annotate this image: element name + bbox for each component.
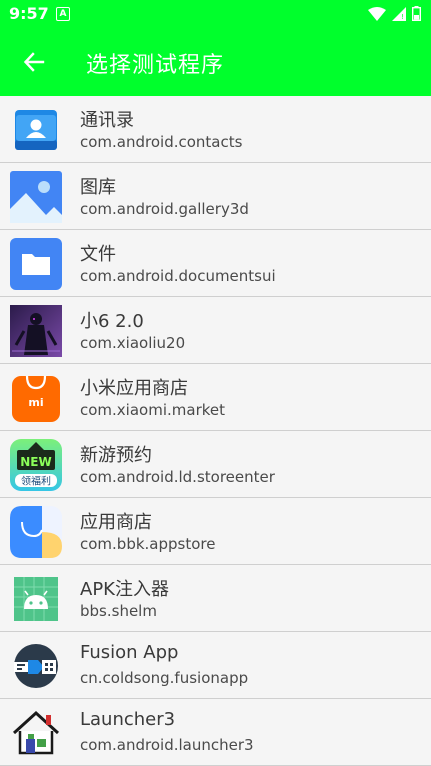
list-item[interactable]: APK注入器 bbs.shelm — [0, 565, 431, 632]
list-item[interactable]: 应用商店 com.bbk.appstore — [0, 498, 431, 565]
app-list: 通讯录 com.android.contacts 图库 com.android.… — [0, 96, 431, 766]
status-bar: 9:57 A ! — [0, 0, 431, 28]
apk-injector-icon — [10, 573, 62, 625]
xiaomi-market-icon: mi — [10, 372, 62, 424]
status-time: 9:57 — [9, 4, 49, 23]
svg-text:!: ! — [401, 13, 404, 21]
list-item[interactable]: 图库 com.android.gallery3d — [0, 163, 431, 230]
app-name: Fusion App — [80, 642, 179, 663]
list-item[interactable]: NEW 领福利 新游预约 com.android.ld.storeenter — [0, 431, 431, 498]
xiaoliu-icon — [10, 305, 62, 357]
app-name: 小米应用商店 — [80, 378, 188, 399]
signal-icon: ! — [392, 6, 406, 21]
app-bar: 选择测试程序 — [0, 28, 431, 96]
app-package: com.android.contacts — [80, 133, 243, 151]
arrow-left-icon — [23, 52, 45, 72]
new-badge-text: NEW — [20, 455, 51, 469]
list-item[interactable]: mi 小米应用商店 com.xiaomi.market — [0, 364, 431, 431]
app-package: com.xiaoliu20 — [80, 334, 186, 352]
welfare-badge-text: 领福利 — [21, 475, 51, 488]
list-item[interactable]: 通讯录 com.android.contacts — [0, 96, 431, 163]
launcher-icon — [10, 707, 62, 759]
appstore-icon — [10, 506, 62, 558]
app-name: 新游预约 — [80, 445, 152, 466]
app-package: cn.coldsong.fusionapp — [80, 669, 249, 687]
list-item[interactable]: Launcher3 com.android.launcher3 — [0, 699, 431, 766]
new-game-icon: NEW 领福利 — [10, 439, 62, 491]
app-name: 通讯录 — [80, 110, 134, 131]
battery-icon — [412, 6, 421, 21]
gallery-icon — [10, 171, 62, 223]
app-name: 图库 — [80, 177, 116, 198]
app-package: com.android.documentsui — [80, 267, 276, 285]
wifi-icon — [368, 6, 386, 21]
svg-text:mi: mi — [28, 396, 43, 409]
fusion-app-icon — [10, 640, 62, 692]
app-name: 文件 — [80, 244, 116, 265]
files-icon — [10, 238, 62, 290]
app-name: 小6 2.0 — [80, 311, 144, 332]
app-package: com.android.launcher3 — [80, 736, 254, 754]
page-title: 选择测试程序 — [86, 53, 225, 78]
list-item[interactable]: Fusion App cn.coldsong.fusionapp — [0, 632, 431, 699]
list-item[interactable]: 文件 com.android.documentsui — [0, 230, 431, 297]
list-item[interactable]: 小6 2.0 com.xiaoliu20 — [0, 297, 431, 364]
status-icons: ! — [368, 6, 421, 21]
app-package: com.xiaomi.market — [80, 401, 225, 419]
notification-icon: A — [56, 7, 70, 21]
app-package: bbs.shelm — [80, 602, 157, 620]
app-name: APK注入器 — [80, 579, 169, 600]
app-package: com.android.ld.storeenter — [80, 468, 275, 486]
app-package: com.android.gallery3d — [80, 200, 249, 218]
contacts-icon — [10, 104, 62, 156]
app-package: com.bbk.appstore — [80, 535, 216, 553]
app-name: Launcher3 — [80, 709, 176, 730]
app-name: 应用商店 — [80, 512, 152, 533]
back-button[interactable] — [16, 44, 52, 80]
